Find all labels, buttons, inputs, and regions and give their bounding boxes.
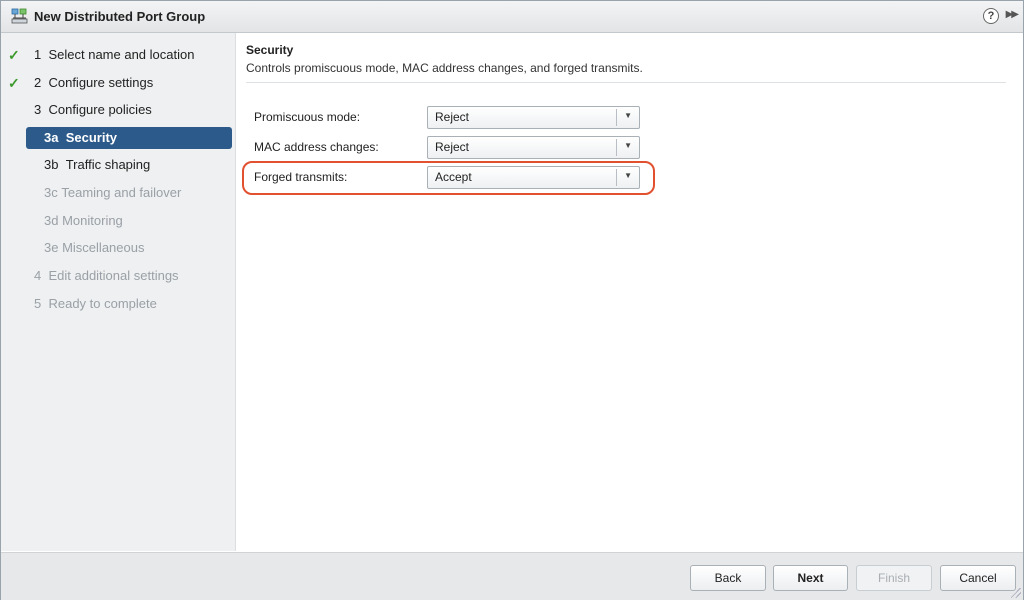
back-button[interactable]: Back — [690, 565, 766, 591]
window-title: New Distributed Port Group — [34, 9, 206, 24]
resize-grip-icon[interactable] — [1011, 588, 1021, 598]
cancel-button[interactable]: Cancel — [940, 565, 1016, 591]
step-security[interactable]: 3a Security — [26, 127, 232, 149]
title-bar: New Distributed Port Group ? ▶▶ — [1, 1, 1023, 33]
chevron-down-icon[interactable]: ▼ — [624, 141, 632, 150]
section-description: Controls promiscuous mode, MAC address c… — [246, 61, 643, 75]
promiscuous-mode-label: Promiscuous mode: — [254, 110, 361, 124]
section-divider — [246, 82, 1006, 83]
mac-address-changes-value: Reject — [435, 140, 470, 154]
checkmark-icon: ✓ — [8, 47, 20, 63]
forged-transmits-label: Forged transmits: — [254, 170, 348, 184]
next-button[interactable]: Next — [773, 565, 848, 591]
chevron-down-icon[interactable]: ▼ — [624, 111, 632, 120]
promiscuous-mode-select[interactable]: Reject ▼ — [427, 106, 640, 129]
distributed-port-group-icon — [11, 8, 28, 24]
forged-transmits-select[interactable]: Accept ▼ — [427, 166, 640, 189]
main-content: Security Controls promiscuous mode, MAC … — [236, 33, 1023, 551]
wizard-steps-sidebar: ✓ 1 Select name and location ✓ 2 Configu… — [1, 33, 236, 551]
mac-address-changes-label: MAC address changes: — [254, 140, 379, 154]
finish-button: Finish — [856, 565, 932, 591]
forged-transmits-value: Accept — [435, 170, 472, 184]
chevron-down-icon[interactable]: ▼ — [624, 171, 632, 180]
promiscuous-mode-value: Reject — [435, 110, 470, 124]
expand-icon[interactable]: ▶▶ — [1006, 9, 1019, 20]
help-icon[interactable]: ? — [983, 8, 999, 24]
wizard-window: New Distributed Port Group ? ▶▶ ✓ 1 Sele… — [0, 0, 1024, 600]
checkmark-icon: ✓ — [8, 75, 20, 91]
section-title: Security — [246, 43, 294, 57]
wizard-footer: Back Next Finish Cancel — [1, 552, 1023, 600]
mac-address-changes-select[interactable]: Reject ▼ — [427, 136, 640, 159]
